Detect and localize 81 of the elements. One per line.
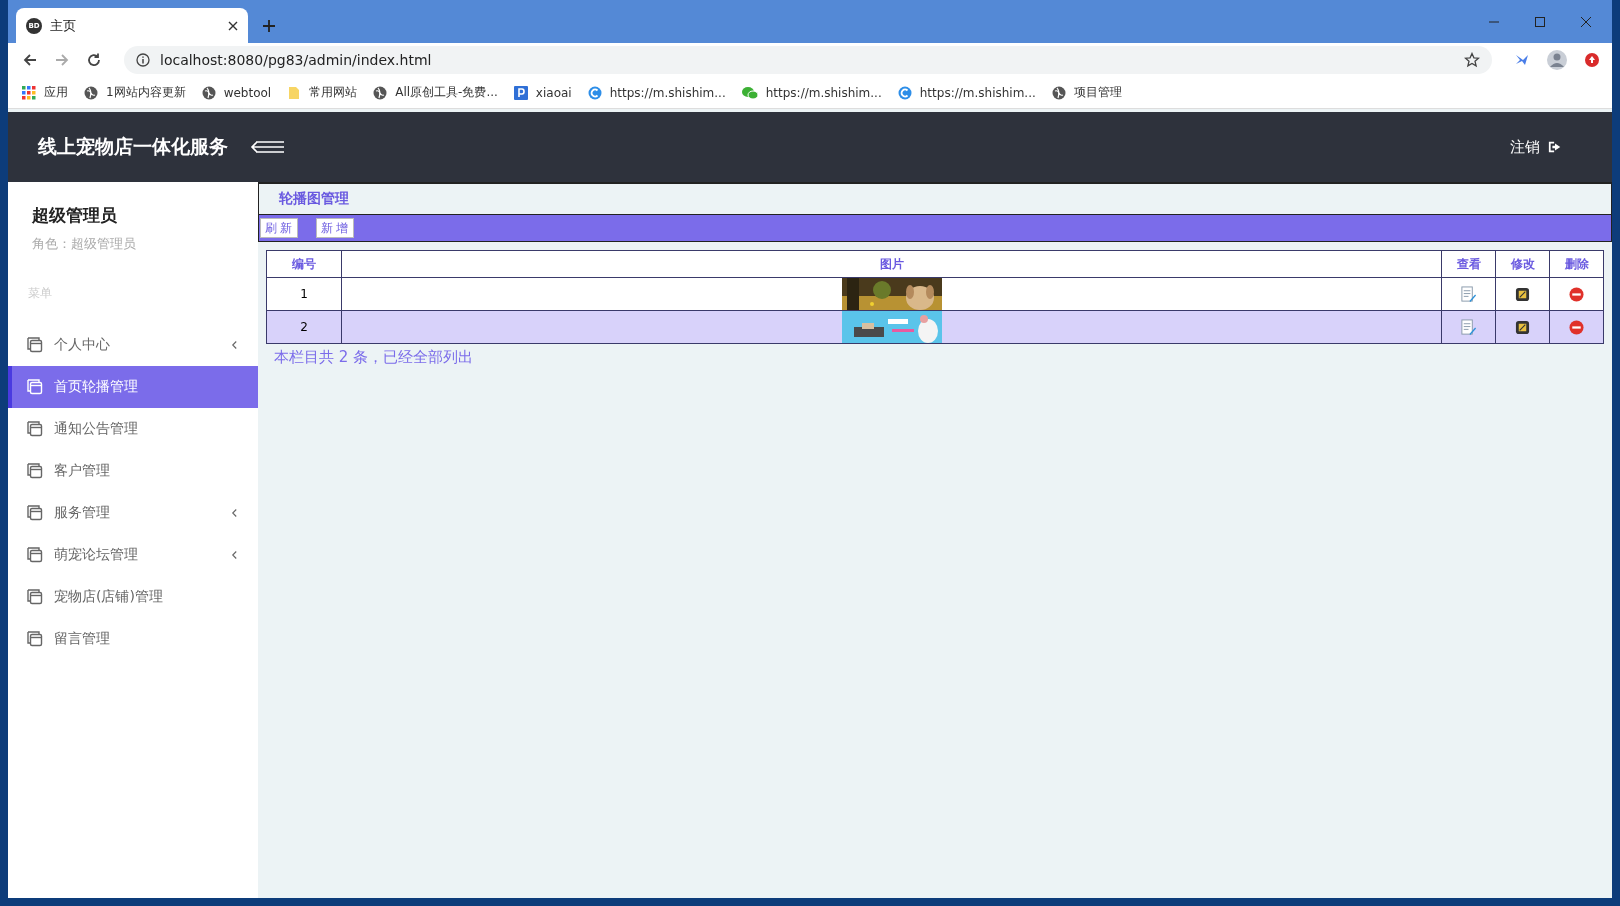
edit-square-icon[interactable] [1515, 286, 1530, 302]
bookmark[interactable]: https://m.shishim... [741, 85, 882, 100]
c-logo-icon [897, 85, 912, 100]
table-cell: 1 [266, 277, 342, 311]
menu-item[interactable]: 留言管理 [8, 618, 258, 660]
app-title: 线上宠物店一体化服务 [38, 134, 228, 159]
globe-icon [201, 85, 216, 100]
document-edit-icon[interactable] [1460, 318, 1477, 336]
info-icon [136, 53, 150, 67]
globe-icon [84, 85, 98, 100]
toolbar-button[interactable]: 新增 [316, 218, 354, 238]
bookmark[interactable]: 项目管理 [1051, 84, 1122, 101]
bookmark[interactable]: All原创工具-免费... [373, 84, 498, 101]
close-icon[interactable] [228, 20, 238, 31]
bookmark-label: webtool [223, 85, 272, 100]
parking-sign-icon [513, 85, 528, 100]
folder-icon [287, 85, 302, 100]
menu-item[interactable]: 萌宠论坛管理 [8, 534, 258, 576]
column-header: 删除 [1549, 250, 1604, 278]
bookmark[interactable]: 1网站内容更新 [84, 84, 186, 101]
windows-icon [26, 420, 44, 438]
bookmark-label: https://m.shishim... [609, 85, 726, 100]
avatar-icon[interactable] [1546, 49, 1568, 71]
bookmark-label: https://m.shishim... [765, 85, 882, 100]
logout-button[interactable]: 注销 [1504, 136, 1568, 158]
bookmark-label: 应用 [44, 84, 68, 101]
edit-square-icon[interactable] [1515, 319, 1530, 335]
star-icon[interactable] [1464, 52, 1480, 68]
document-edit-icon[interactable] [1460, 285, 1477, 303]
windows-icon [26, 378, 44, 396]
windows-icon [26, 546, 44, 564]
arrow-left-icon[interactable] [250, 139, 286, 155]
globe-icon [1051, 85, 1066, 100]
bookmark[interactable]: webtool [201, 85, 272, 100]
windows-icon [26, 630, 44, 648]
bookmark[interactable]: https://m.shishim... [897, 85, 1036, 100]
address-bar[interactable]: localhost:8080/pg83/admin/index.html [124, 46, 1492, 74]
menu-item[interactable]: 通知公告管理 [8, 408, 258, 450]
delete-icon[interactable] [1569, 319, 1584, 335]
windows-icon [26, 462, 44, 480]
new-tab-icon[interactable] [262, 19, 276, 33]
extension-icon[interactable] [1584, 52, 1600, 68]
column-header: 编号 [266, 250, 342, 278]
logout-icon [1548, 140, 1562, 154]
globe-icon [373, 85, 388, 100]
menu-item[interactable]: 服务管理 [8, 492, 258, 534]
bookmark[interactable]: https://m.shishim... [587, 85, 726, 100]
apps-grid-icon [22, 85, 36, 100]
menu-item[interactable]: 个人中心 [8, 324, 258, 366]
menu-item[interactable]: 宠物店(店铺)管理 [8, 576, 258, 618]
delete-icon[interactable] [1569, 286, 1584, 302]
menu-item[interactable]: 客户管理 [8, 450, 258, 492]
table-cell: 2 [266, 310, 342, 344]
toolbar-button[interactable]: 刷新 [260, 218, 298, 238]
bookmark-label: https://m.shishim... [919, 85, 1036, 100]
reload-icon[interactable] [86, 52, 102, 68]
record-count-text: 本栏目共 2 条，已经全部列出 [273, 347, 475, 367]
bookmark-label: 项目管理 [1073, 84, 1122, 101]
bookmark-label: All原创工具-免费... [395, 84, 498, 101]
windows-icon [26, 336, 44, 354]
maximize-icon[interactable] [1534, 15, 1546, 28]
windows-icon [26, 504, 44, 522]
url-text: localhost:8080/pg83/admin/index.html [160, 52, 432, 68]
windows-icon [26, 588, 44, 606]
tab-title: 主页 [50, 16, 77, 35]
menu-item[interactable]: 首页轮播管理 [8, 366, 258, 408]
bookmark[interactable]: 应用 [22, 84, 68, 101]
column-header: 查看 [1441, 250, 1496, 278]
bookmark-label: xiaoai [535, 85, 572, 100]
back-icon[interactable] [22, 52, 38, 68]
bookmark-label: 1网站内容更新 [106, 84, 186, 101]
column-header: 图片 [341, 250, 1442, 278]
user-name: 超级管理员 [31, 204, 118, 227]
table-row[interactable]: 2 [266, 310, 1604, 344]
bookmark-label: 常用网站 [309, 84, 358, 101]
c-logo-icon [587, 85, 602, 100]
chat-bubbles-icon [741, 85, 758, 100]
bookmark[interactable]: xiaoai [513, 85, 572, 100]
column-header: 修改 [1495, 250, 1550, 278]
bookmark[interactable]: 常用网站 [287, 84, 358, 101]
user-role: 角色：超级管理员 [31, 235, 137, 253]
